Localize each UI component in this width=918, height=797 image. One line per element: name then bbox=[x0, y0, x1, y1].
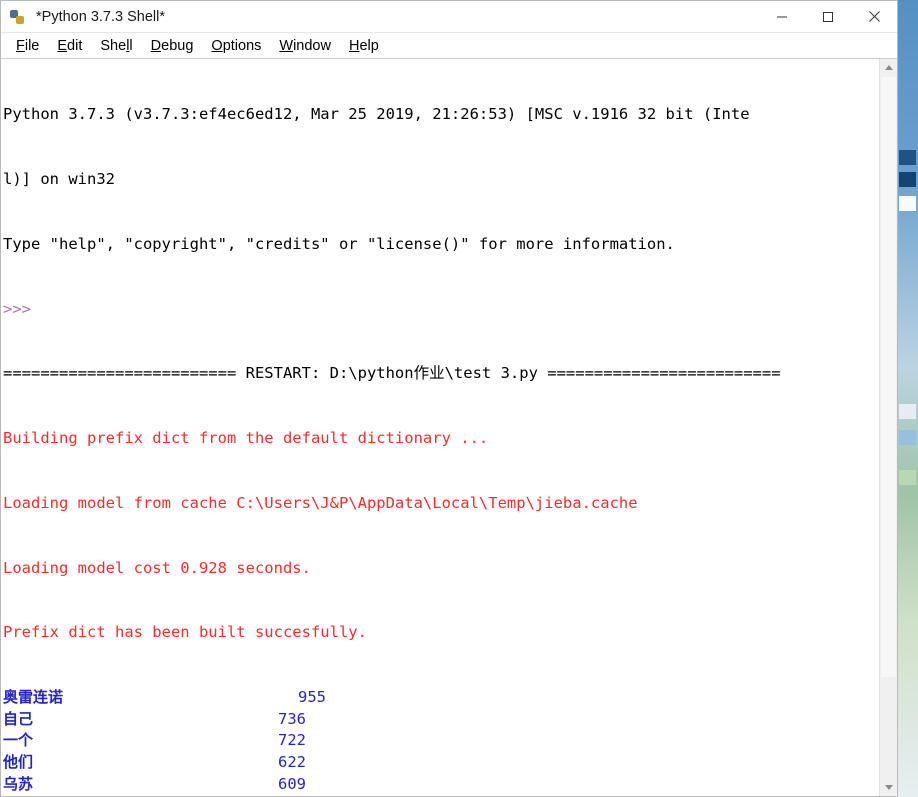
menu-bar: File Edit Shell Debug Options Window Hel… bbox=[1, 33, 897, 59]
vertical-scrollbar[interactable] bbox=[879, 59, 897, 796]
menu-item-file[interactable]: File bbox=[7, 34, 48, 58]
desktop-icon[interactable] bbox=[899, 172, 916, 187]
minimize-button[interactable] bbox=[759, 1, 805, 32]
word-frequency-row: 一个 722 bbox=[3, 730, 879, 752]
restart-line: ========================= RESTART: D:\py… bbox=[3, 364, 781, 383]
word-frequency-row: 奥雷连诺 955 bbox=[3, 687, 879, 709]
stderr-line: Building prefix dict from the default di… bbox=[3, 429, 489, 448]
close-icon bbox=[868, 11, 880, 22]
prompt-line: >>> bbox=[3, 299, 31, 318]
word-frequency-row: 他们 622 bbox=[3, 752, 879, 774]
word-frequency-list: 奥雷连诺955自己736一个722他们622乌苏609没有545布恩蒂亚411阿… bbox=[3, 687, 879, 796]
screen: *Python 3.7.3 Shell* File Edit Shell Deb… bbox=[0, 0, 918, 797]
stderr-line: Prefix dict has been built succesfully. bbox=[3, 623, 367, 642]
word-label: 奥雷连诺 bbox=[3, 688, 64, 707]
menu-item-debug[interactable]: Debug bbox=[142, 34, 203, 58]
menu-item-window[interactable]: Window bbox=[270, 34, 340, 58]
banner-line: Type "help", "copyright", "credits" or "… bbox=[3, 234, 675, 253]
maximize-button[interactable] bbox=[805, 1, 851, 32]
menu-item-edit[interactable]: Edit bbox=[48, 34, 91, 58]
stderr-line: Loading model cost 0.928 seconds. bbox=[3, 558, 311, 577]
menu-item-options[interactable]: Options bbox=[202, 34, 270, 58]
banner-line: Python 3.7.3 (v3.7.3:ef4ec6ed12, Mar 25 … bbox=[3, 105, 750, 124]
word-label: 他们 bbox=[3, 753, 34, 771]
close-button[interactable] bbox=[851, 1, 897, 32]
title-bar[interactable]: *Python 3.7.3 Shell* bbox=[1, 1, 897, 33]
desktop-icon[interactable] bbox=[899, 196, 916, 211]
desktop-icon[interactable] bbox=[899, 404, 916, 419]
word-label: 自己 bbox=[3, 709, 34, 728]
desktop-icon[interactable] bbox=[899, 150, 916, 165]
word-count: 609 bbox=[278, 774, 306, 793]
desktop-background bbox=[896, 0, 918, 797]
word-count: 545 bbox=[268, 795, 306, 796]
window-title: *Python 3.7.3 Shell* bbox=[36, 8, 165, 25]
minimize-icon bbox=[777, 16, 787, 17]
word-label: 乌苏 bbox=[3, 774, 34, 793]
word-frequency-row: 自己 736 bbox=[3, 709, 879, 731]
scrollbar-thumb[interactable] bbox=[881, 77, 896, 677]
desktop-icon[interactable] bbox=[899, 470, 916, 485]
word-frequency-row: 乌苏 609 bbox=[3, 774, 879, 796]
idle-shell-window: *Python 3.7.3 Shell* File Edit Shell Deb… bbox=[0, 0, 898, 797]
menu-item-help[interactable]: Help bbox=[340, 34, 388, 58]
banner-line: l)] on win32 bbox=[3, 169, 115, 188]
scroll-down-arrow-icon bbox=[884, 785, 893, 790]
shell-output-text[interactable]: Python 3.7.3 (v3.7.3:ef4ec6ed12, Mar 25 … bbox=[1, 59, 879, 796]
maximize-icon bbox=[823, 11, 833, 22]
word-count: 722 bbox=[278, 731, 306, 750]
word-count: 955 bbox=[298, 688, 326, 707]
word-frequency-row: 没有545 bbox=[3, 795, 879, 796]
word-count: 622 bbox=[278, 753, 306, 771]
menu-item-shell[interactable]: Shell bbox=[91, 34, 141, 58]
console-area: Python 3.7.3 (v3.7.3:ef4ec6ed12, Mar 25 … bbox=[1, 59, 897, 796]
word-label: 没有 bbox=[3, 795, 268, 796]
word-label: 一个 bbox=[3, 731, 34, 750]
stderr-line: Loading model from cache C:\Users\J&P\Ap… bbox=[3, 493, 638, 512]
scroll-up-arrow-icon bbox=[884, 65, 893, 70]
scroll-up-button[interactable] bbox=[880, 59, 897, 76]
scroll-down-button[interactable] bbox=[880, 779, 897, 796]
desktop-icon[interactable] bbox=[899, 430, 916, 445]
python-logo-icon bbox=[9, 8, 27, 26]
word-count: 736 bbox=[278, 709, 306, 728]
